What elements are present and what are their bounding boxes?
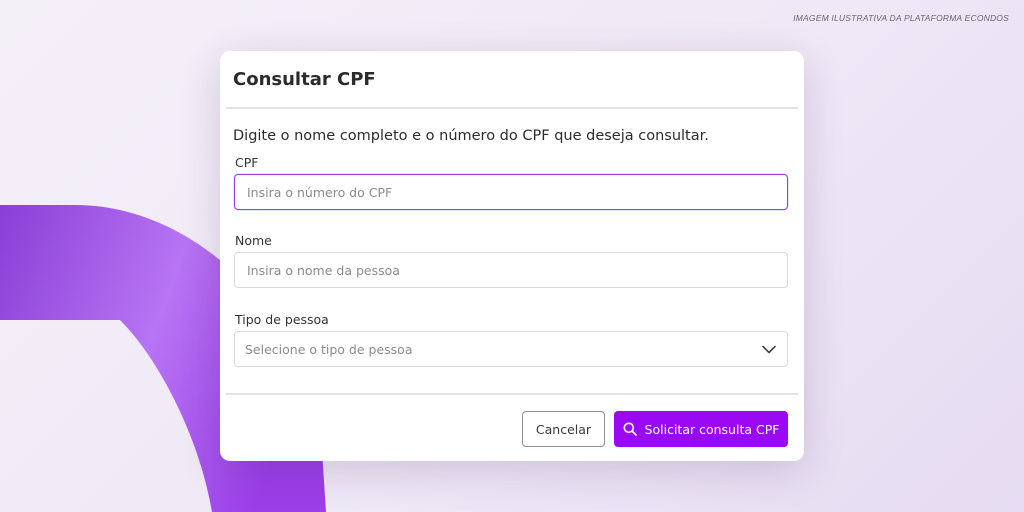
tipo-pessoa-select[interactable]: Selecione o tipo de pessoa bbox=[234, 331, 788, 367]
tipo-pessoa-placeholder: Selecione o tipo de pessoa bbox=[245, 341, 413, 357]
tipo-pessoa-label: Tipo de pessoa bbox=[235, 312, 329, 327]
request-cpf-consult-button[interactable]: Solicitar consulta CPF bbox=[614, 411, 788, 447]
cancel-button-label: Cancelar bbox=[535, 421, 592, 437]
header-divider bbox=[226, 107, 798, 109]
modal-title: Consultar CPF bbox=[233, 69, 376, 90]
search-icon bbox=[623, 422, 637, 436]
nome-field bbox=[234, 252, 788, 288]
cpf-label: CPF bbox=[235, 155, 259, 170]
consult-cpf-modal: Consultar CPF Digite o nome completo e o… bbox=[220, 51, 804, 461]
chevron-down-icon bbox=[761, 341, 777, 357]
submit-button-label: Solicitar consulta CPF bbox=[644, 421, 780, 437]
footer-divider bbox=[226, 393, 798, 395]
cpf-field bbox=[234, 174, 788, 210]
cancel-button[interactable]: Cancelar bbox=[522, 411, 605, 447]
modal-instructions: Digite o nome completo e o número do CPF… bbox=[233, 128, 709, 144]
nome-input[interactable] bbox=[245, 261, 777, 279]
cpf-input[interactable] bbox=[245, 183, 777, 201]
nome-label: Nome bbox=[235, 233, 272, 248]
image-caption: IMAGEM ILUSTRATIVA DA PLATAFORMA ECONDOS bbox=[793, 13, 1009, 23]
